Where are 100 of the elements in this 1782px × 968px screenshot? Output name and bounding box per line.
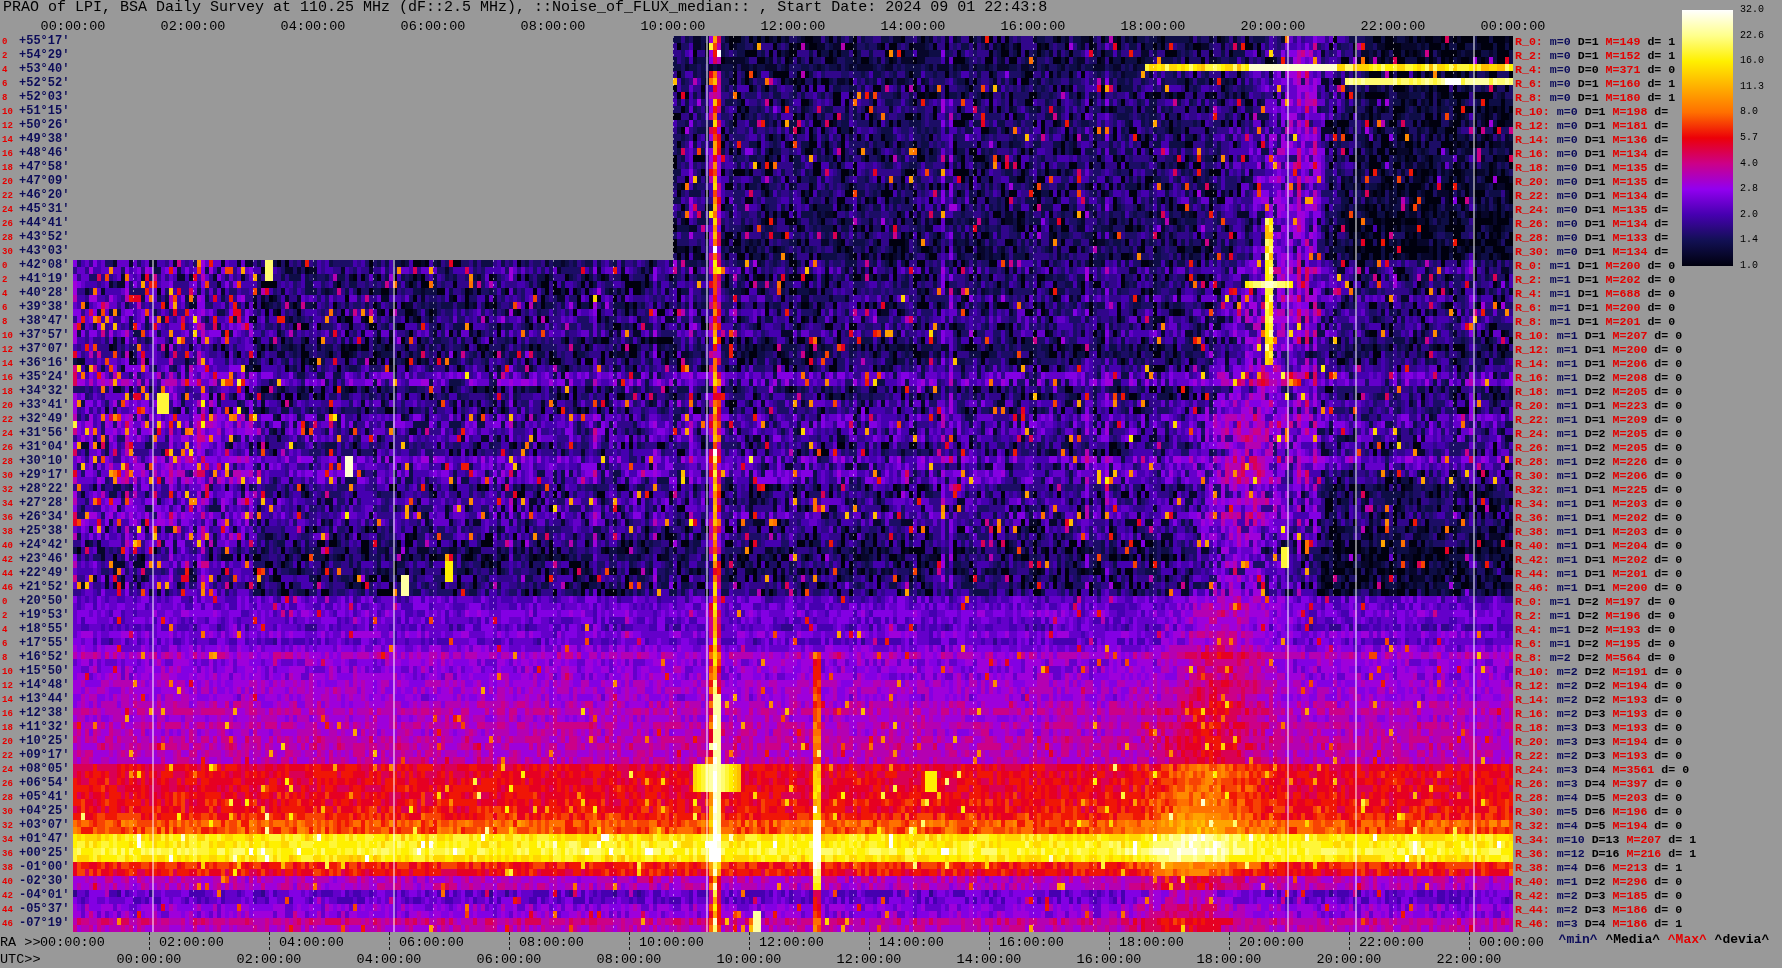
beam-number: 32 <box>2 484 13 495</box>
time-axis-label: 04:00:00 <box>280 18 346 34</box>
ra-axis-label: 00:00:00 <box>1479 935 1544 950</box>
median-value: D=5 <box>1584 791 1606 804</box>
beam-number: 46 <box>2 918 13 929</box>
beam-number: 24 <box>2 204 13 215</box>
median-value: D=2 <box>1584 665 1606 678</box>
min-value: m=1 <box>1556 455 1578 468</box>
max-value: M=135 <box>1612 161 1648 174</box>
min-value: m=1 <box>1549 301 1571 314</box>
max-value: M=225 <box>1612 483 1648 496</box>
declination-label: +00°25' <box>19 847 70 860</box>
declination-label: +38°47' <box>19 315 70 328</box>
deviation-value: d= <box>1654 161 1669 174</box>
time-axis-label: 00:00:00 <box>40 18 106 34</box>
beam-label: R_20: <box>1515 175 1550 188</box>
legend-label: ^devia^ <box>1714 933 1770 947</box>
median-value: D=13 <box>1591 833 1620 846</box>
declination-label: +24°42' <box>19 539 70 552</box>
beam-label: R_4: <box>1515 623 1543 636</box>
min-value: m=1 <box>1556 581 1578 594</box>
median-value: D=2 <box>1577 637 1599 650</box>
ra-axis-label: 16:00:00 <box>999 935 1064 950</box>
median-value: D=2 <box>1584 427 1606 440</box>
median-value: D=1 <box>1584 217 1606 230</box>
beam-label: R_12: <box>1515 679 1550 692</box>
declination-label: +13°44' <box>19 693 70 706</box>
median-value: D=1 <box>1584 105 1606 118</box>
declination-label: +39°38' <box>19 301 70 314</box>
deviation-value: d= <box>1654 217 1669 230</box>
deviation-value: d= 0 <box>1654 777 1683 790</box>
median-value: D=2 <box>1577 609 1599 622</box>
beam-label: R_38: <box>1515 525 1550 538</box>
declination-label: +30°10' <box>19 455 70 468</box>
max-value: M=3561 <box>1612 763 1655 776</box>
declination-label: -01°00' <box>19 861 70 874</box>
deviation-value: d= 1 <box>1654 861 1683 874</box>
max-value: M=180 <box>1605 91 1641 104</box>
min-value: m=2 <box>1556 889 1578 902</box>
deviation-value: d= 0 <box>1654 665 1683 678</box>
deviation-value: d= 0 <box>1654 357 1683 370</box>
beam-label: R_28: <box>1515 231 1550 244</box>
utc-axis-label: 16:00:00 <box>1076 951 1142 967</box>
color-scale-label: 16.0 <box>1740 55 1764 68</box>
utc-axis-title: UTC>> <box>0 951 41 967</box>
beam-number: 36 <box>2 512 13 523</box>
beam-label: R_12: <box>1515 343 1550 356</box>
beam-number: 8 <box>2 316 8 327</box>
max-value: M=152 <box>1605 49 1641 62</box>
beam-label: R_30: <box>1515 805 1550 818</box>
median-value: D=3 <box>1584 707 1606 720</box>
min-value: m=0 <box>1556 217 1578 230</box>
median-value: D=1 <box>1584 203 1606 216</box>
median-value: D=0 <box>1577 63 1599 76</box>
beam-label: R_20: <box>1515 735 1550 748</box>
max-value: M=136 <box>1612 133 1648 146</box>
median-value: D=4 <box>1584 777 1606 790</box>
max-value: M=193 <box>1612 721 1648 734</box>
max-value: M=191 <box>1612 665 1648 678</box>
beam-number: 12 <box>2 680 13 691</box>
declination-label: +50°26' <box>19 119 70 132</box>
deviation-value: d= 0 <box>1647 637 1676 650</box>
deviation-value: d= 0 <box>1654 329 1683 342</box>
median-value: D=1 <box>1584 245 1606 258</box>
beam-number: 16 <box>2 372 13 383</box>
max-value: M=296 <box>1612 875 1648 888</box>
declination-label: +20°50' <box>19 595 70 608</box>
utc-axis-label: 10:00:00 <box>716 951 782 967</box>
max-value: M=197 <box>1605 595 1641 608</box>
median-value: D=2 <box>1577 651 1599 664</box>
min-value: m=2 <box>1549 651 1571 664</box>
min-value: m=3 <box>1556 763 1578 776</box>
ra-axis-label: 00:00:00 <box>40 935 105 950</box>
beam-label: R_6: <box>1515 637 1543 650</box>
median-value: D=1 <box>1584 175 1606 188</box>
median-value: D=3 <box>1584 889 1606 902</box>
deviation-value: d= 0 <box>1654 511 1683 524</box>
beam-number: 46 <box>2 582 13 593</box>
utc-axis-label: 04:00:00 <box>356 951 422 967</box>
time-axis-label: 16:00:00 <box>1000 18 1066 34</box>
beam-label: R_16: <box>1515 707 1550 720</box>
deviation-value: d= 0 <box>1654 427 1683 440</box>
beam-number: 4 <box>2 624 8 635</box>
declination-label: +33°41' <box>19 399 70 412</box>
deviation-value: d= 0 <box>1654 791 1683 804</box>
chart-title: PRAO of LPI, BSA Daily Survey at 110.25 MHz (dF::2.5 MHz), ::Noise_of_FLUX_median:: , Start Date: 2024 09 01 22:43:8 <box>3 0 1048 16</box>
min-value: m=1 <box>1556 525 1578 538</box>
declination-label: +43°03' <box>19 245 70 258</box>
min-value: m=1 <box>1549 595 1571 608</box>
max-value: M=202 <box>1612 553 1648 566</box>
min-value: m=0 <box>1549 77 1571 90</box>
max-value: M=198 <box>1612 105 1648 118</box>
beam-label: R_8: <box>1515 315 1543 328</box>
median-value: D=1 <box>1584 497 1606 510</box>
color-scale-label: 1.0 <box>1740 259 1758 272</box>
declination-label: +31°56' <box>19 427 70 440</box>
time-axis-label: 08:00:00 <box>520 18 586 34</box>
beam-label: R_32: <box>1515 819 1550 832</box>
max-value: M=185 <box>1612 889 1648 902</box>
beam-number: 34 <box>2 498 13 509</box>
